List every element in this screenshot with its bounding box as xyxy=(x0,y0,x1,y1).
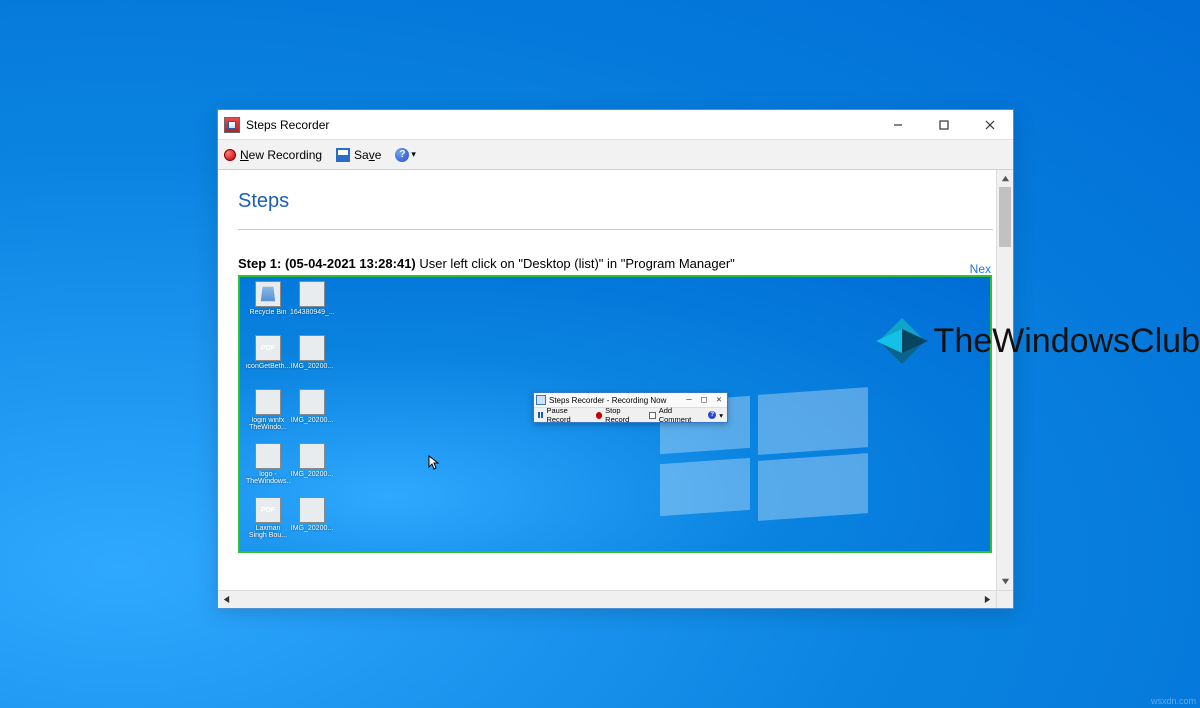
window-title: Steps Recorder xyxy=(246,118,329,132)
scroll-thumb[interactable] xyxy=(999,187,1011,247)
pdf-icon xyxy=(255,335,281,361)
save-button[interactable]: Save xyxy=(336,148,381,162)
mini-titlebar[interactable]: Steps Recorder - Recording Now — □ ✕ xyxy=(534,393,727,407)
step-prefix: Step 1: (05-04-2021 13:28:41) xyxy=(238,256,419,271)
minimize-button[interactable]: — xyxy=(683,395,695,405)
page-title: Steps xyxy=(238,190,993,213)
body: Steps Nex Step 1: (05-04-2021 13:28:41) … xyxy=(218,170,1013,608)
minimize-button[interactable] xyxy=(875,110,921,140)
pdf-icon xyxy=(255,497,281,523)
icon-label: Laxman Singh Bou... xyxy=(246,525,290,539)
pause-icon xyxy=(538,412,543,418)
desktop-icon[interactable]: Laxman Singh Bou... xyxy=(246,497,290,551)
cursor-icon xyxy=(428,455,440,474)
maximize-button[interactable] xyxy=(921,110,967,140)
grey-icon xyxy=(299,443,325,469)
recording-toolbar-window: Steps Recorder - Recording Now — □ ✕ Pau… xyxy=(533,392,728,423)
desktop-icon[interactable]: IMG_20200... xyxy=(290,443,334,497)
horizontal-scrollbar[interactable] xyxy=(218,590,996,608)
thewindowsclub-logo xyxy=(878,318,926,364)
help-icon: ? xyxy=(708,411,716,419)
desktop-icon[interactable]: 164380949_... xyxy=(290,281,334,335)
desktop-icon[interactable]: login winfx TheWindo... xyxy=(246,389,290,443)
icon-label: logo - TheWindows... xyxy=(246,471,290,485)
desktop-icon[interactable]: IMG_20200... xyxy=(290,389,334,443)
pause-record-button[interactable]: Pause Record xyxy=(538,406,590,424)
scroll-corner xyxy=(996,590,1013,608)
divider xyxy=(238,229,993,230)
help-button[interactable]: ? ▾ xyxy=(395,148,416,162)
desktop-icons: Recycle Bin164380949_...iconGetBeth...IM… xyxy=(246,281,334,551)
titlebar[interactable]: Steps Recorder xyxy=(218,110,1013,140)
app-icon xyxy=(536,395,546,405)
help-icon: ? xyxy=(395,148,409,162)
close-button[interactable] xyxy=(967,110,1013,140)
stop-icon xyxy=(596,412,602,419)
stop-record-button[interactable]: Stop Record xyxy=(596,406,643,424)
scroll-down-button[interactable] xyxy=(997,573,1013,590)
chevron-down-icon: ▾ xyxy=(411,149,416,160)
recorded-screenshot[interactable]: Recycle Bin164380949_...iconGetBeth...IM… xyxy=(238,275,992,553)
new-recording-button[interactable]: New Recording xyxy=(224,148,322,162)
watermark-text: TheWindowsClub xyxy=(934,322,1200,361)
desktop-icon[interactable]: iconGetBeth... xyxy=(246,335,290,389)
grey-icon xyxy=(299,389,325,415)
grey-icon xyxy=(255,443,281,469)
save-icon xyxy=(336,148,350,162)
maximize-button[interactable]: □ xyxy=(698,395,710,405)
desktop-icon[interactable]: IMG_20200... xyxy=(290,335,334,389)
scroll-right-button[interactable] xyxy=(979,591,996,608)
scroll-track[interactable] xyxy=(235,591,979,608)
next-link[interactable]: Nex xyxy=(970,262,991,276)
icon-label: login winfx TheWindo... xyxy=(246,417,290,431)
watermark: TheWindowsClub xyxy=(878,318,1200,364)
scroll-left-button[interactable] xyxy=(218,591,235,608)
icon-label: iconGetBeth... xyxy=(246,363,290,370)
record-icon xyxy=(224,149,236,161)
icon-label: Recycle Bin xyxy=(246,309,290,316)
icon-label: IMG_20200... xyxy=(290,417,334,424)
grey-icon xyxy=(299,281,325,307)
grey-icon xyxy=(299,497,325,523)
step-description: Step 1: (05-04-2021 13:28:41) User left … xyxy=(238,256,993,271)
mini-window-title: Steps Recorder - Recording Now xyxy=(549,396,666,405)
comment-icon xyxy=(649,412,656,419)
grey-icon xyxy=(255,389,281,415)
scroll-up-button[interactable] xyxy=(997,170,1013,187)
desktop-icon[interactable]: logo - TheWindows... xyxy=(246,443,290,497)
help-button[interactable]: ?▾ xyxy=(708,411,723,420)
icon-label: IMG_20200... xyxy=(290,471,334,478)
toolbar: New Recording Save ? ▾ xyxy=(218,140,1013,170)
close-button[interactable]: ✕ xyxy=(713,395,725,405)
step-text: User left click on "Desktop (list)" in "… xyxy=(419,256,734,271)
icon-label: 164380949_... xyxy=(290,309,334,316)
grey-icon xyxy=(299,335,325,361)
vertical-scrollbar[interactable] xyxy=(996,170,1013,590)
source-credit: wsxdn.com xyxy=(1147,694,1200,708)
app-icon xyxy=(224,117,240,133)
desktop-icon[interactable]: Recycle Bin xyxy=(246,281,290,335)
add-comment-button[interactable]: Add Comment xyxy=(649,406,702,424)
scroll-track[interactable] xyxy=(997,187,1013,573)
recycle-icon xyxy=(255,281,281,307)
desktop-icon[interactable]: IMG_20200... xyxy=(290,497,334,551)
icon-label: IMG_20200... xyxy=(290,363,334,370)
icon-label: IMG_20200... xyxy=(290,525,334,532)
content-area: Steps Nex Step 1: (05-04-2021 13:28:41) … xyxy=(218,170,1013,608)
